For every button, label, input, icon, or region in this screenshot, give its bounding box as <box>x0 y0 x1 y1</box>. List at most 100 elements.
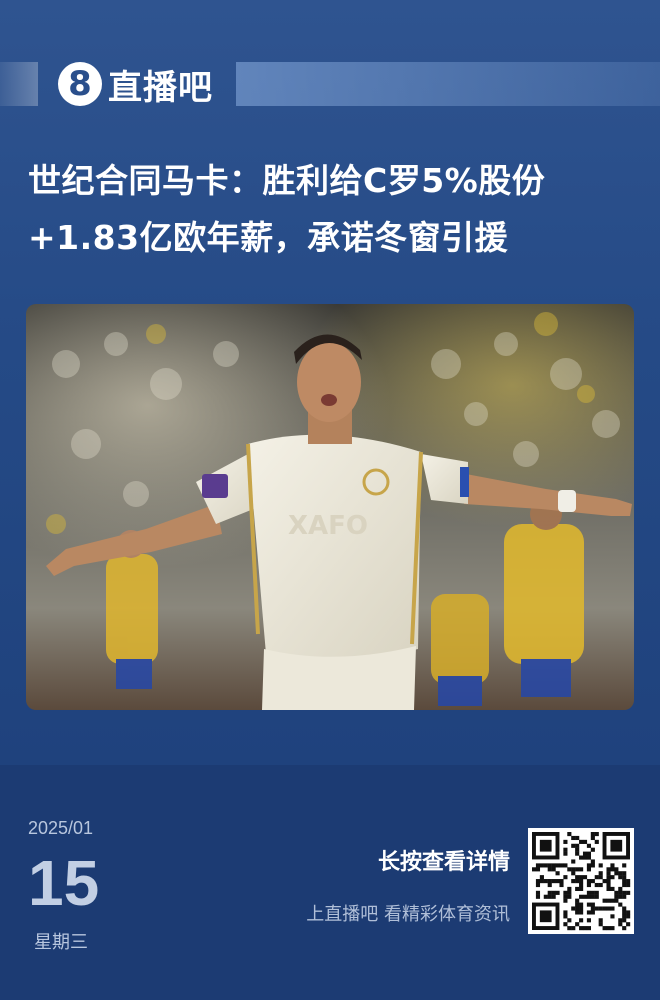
qr-module <box>606 926 611 931</box>
qr-module <box>626 882 631 888</box>
article-photo[interactable]: XAFO <box>26 304 634 710</box>
qr-module <box>614 890 619 895</box>
qr-module <box>575 906 580 911</box>
jersey-text: XAFO <box>288 511 368 541</box>
qr-module <box>598 922 603 927</box>
qr-module <box>606 906 611 911</box>
headline-line-2: +1.83亿欧年薪，承诺冬窗引援 <box>28 218 509 257</box>
qr-module <box>590 847 595 852</box>
qr-module <box>535 890 541 895</box>
qr-module <box>606 875 611 880</box>
qr-module <box>532 867 537 872</box>
qr-module <box>610 914 615 919</box>
qr-module <box>598 918 603 923</box>
qr-module <box>579 882 584 888</box>
qr-module <box>610 863 615 868</box>
qr-module <box>575 835 580 841</box>
qr-module <box>579 894 584 899</box>
qr-module <box>579 906 584 911</box>
qr-module <box>610 898 615 903</box>
qr-module <box>622 914 627 919</box>
qr-module <box>622 879 627 884</box>
qr-module <box>539 879 544 884</box>
qr-module <box>571 859 576 864</box>
qr-module <box>590 832 595 837</box>
qr-module <box>626 890 631 895</box>
qr-module <box>622 894 627 899</box>
qr-module <box>590 835 595 841</box>
qr-module <box>586 926 591 931</box>
qr-module <box>559 879 564 884</box>
qr-module <box>575 910 580 915</box>
qr-module <box>547 863 552 868</box>
qr-module <box>539 863 544 868</box>
qr-module <box>547 867 552 872</box>
qr-module <box>575 902 580 907</box>
qr-module <box>606 867 611 872</box>
headline-line-1: 世纪合同马卡：胜利给C罗5%股份 <box>28 161 546 200</box>
qr-module <box>582 839 588 844</box>
qr-module <box>571 843 576 848</box>
qr-module <box>594 894 599 899</box>
qr-code-icon[interactable] <box>528 828 634 934</box>
qr-module <box>606 879 611 884</box>
qr-module <box>575 886 580 891</box>
qr-module <box>571 879 576 884</box>
qr-module <box>618 894 623 899</box>
qr-module <box>586 894 591 899</box>
logo-mark-text: 8 <box>68 64 92 104</box>
cta-subtext: 上直播吧 看精彩体育资讯 <box>306 904 510 925</box>
qr-module <box>602 906 607 911</box>
qr-module <box>606 898 611 903</box>
qr-module <box>571 867 576 872</box>
qr-module <box>590 902 595 907</box>
qr-module <box>579 855 584 860</box>
qr-module <box>598 882 603 888</box>
qr-module <box>551 867 556 872</box>
qr-module <box>567 886 572 891</box>
long-press-cta: 长按查看详情 <box>377 850 510 875</box>
qr-module <box>555 879 560 884</box>
qr-module <box>586 890 591 895</box>
qr-module <box>586 882 591 888</box>
qr-module <box>590 906 595 911</box>
qr-module <box>594 839 599 844</box>
qr-module <box>586 863 591 868</box>
qr-module <box>626 910 631 915</box>
qr-module <box>579 839 584 844</box>
brand-logo[interactable]: 8 直播吧 <box>58 60 213 108</box>
football-player-celebration-photo: XAFO <box>26 304 634 710</box>
qr-module <box>586 843 591 848</box>
qr-module <box>547 882 552 888</box>
qr-module <box>618 922 623 927</box>
qr-module <box>579 902 584 907</box>
qr-module <box>567 926 572 931</box>
qr-module <box>547 894 552 899</box>
qr-module <box>571 926 576 931</box>
qr-module <box>622 882 627 888</box>
qr-module <box>563 910 568 915</box>
qr-module <box>567 890 572 895</box>
qr-module <box>590 890 595 895</box>
qr-module <box>563 898 568 903</box>
qr-module <box>622 863 627 868</box>
qr-module <box>535 863 541 868</box>
qr-module <box>610 867 615 872</box>
qr-module <box>598 875 603 880</box>
qr-module <box>567 918 572 923</box>
qr-module <box>563 890 568 895</box>
qr-module <box>535 882 541 888</box>
qr-module <box>551 890 556 895</box>
qr-module <box>555 890 560 895</box>
article-headline[interactable]: 世纪合同马卡：胜利给C罗5%股份 +1.83亿欧年薪，承诺冬窗引援 <box>28 152 638 266</box>
qr-module <box>547 879 552 884</box>
qr-module <box>626 879 631 884</box>
qr-module <box>610 906 615 911</box>
qr-module <box>563 847 568 852</box>
qr-module <box>575 922 580 927</box>
qr-module <box>622 871 627 876</box>
qr-module <box>575 879 580 884</box>
qr-module <box>563 863 568 868</box>
qr-module <box>579 875 584 880</box>
qr-module <box>594 832 599 837</box>
